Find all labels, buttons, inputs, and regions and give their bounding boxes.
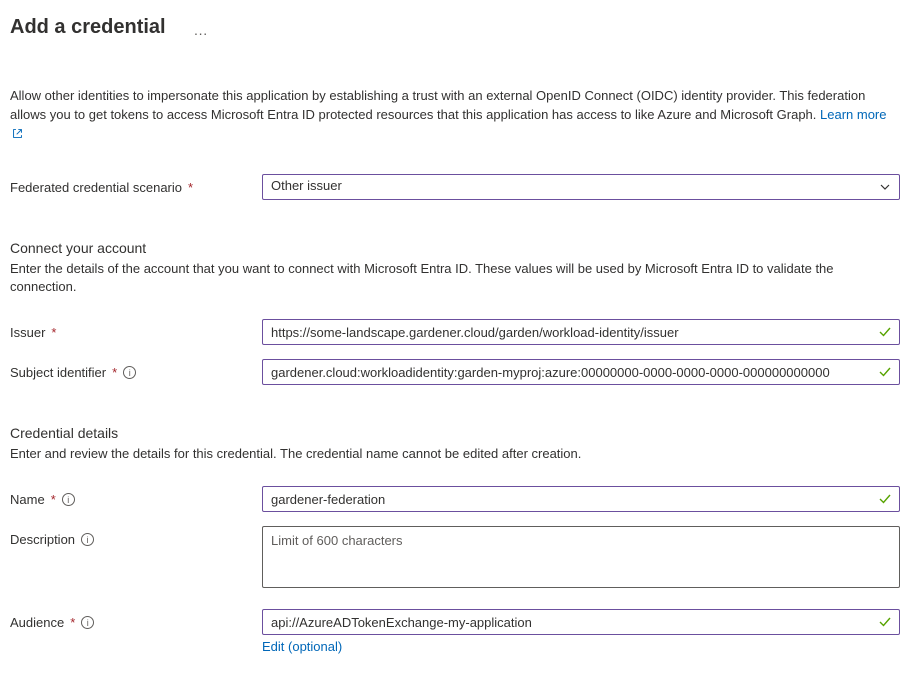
description-textarea[interactable] [262,526,900,588]
issuer-input[interactable] [262,319,900,345]
info-icon[interactable]: i [123,366,136,379]
intro-text: Allow other identities to impersonate th… [10,88,865,122]
details-section-title: Credential details [10,425,900,441]
external-link-icon [12,128,23,139]
required-marker: * [70,615,75,630]
audience-label: Audience [10,615,64,630]
scenario-value: Other issuer [271,178,342,193]
subject-input[interactable] [262,359,900,385]
connect-section-title: Connect your account [10,240,900,256]
required-marker: * [51,492,56,507]
more-actions-button[interactable]: ··· [186,21,216,45]
learn-more-label: Learn more [820,107,886,122]
intro-paragraph: Allow other identities to impersonate th… [10,87,900,144]
scenario-label: Federated credential scenario [10,180,182,195]
name-label: Name [10,492,45,507]
required-marker: * [112,365,117,380]
chevron-down-icon [879,181,891,193]
scenario-select[interactable]: Other issuer [262,174,900,200]
info-icon[interactable]: i [81,533,94,546]
info-icon[interactable]: i [62,493,75,506]
required-marker: * [188,180,193,195]
issuer-label: Issuer [10,325,45,340]
description-label: Description [10,532,75,547]
info-icon[interactable]: i [81,616,94,629]
connect-section-subtext: Enter the details of the account that yo… [10,260,900,298]
page-title: Add a credential [10,16,166,39]
details-section-subtext: Enter and review the details for this cr… [10,445,900,464]
audience-input[interactable] [262,609,900,635]
required-marker: * [51,325,56,340]
subject-label: Subject identifier [10,365,106,380]
name-input[interactable] [262,486,900,512]
edit-audience-link[interactable]: Edit (optional) [262,639,342,654]
